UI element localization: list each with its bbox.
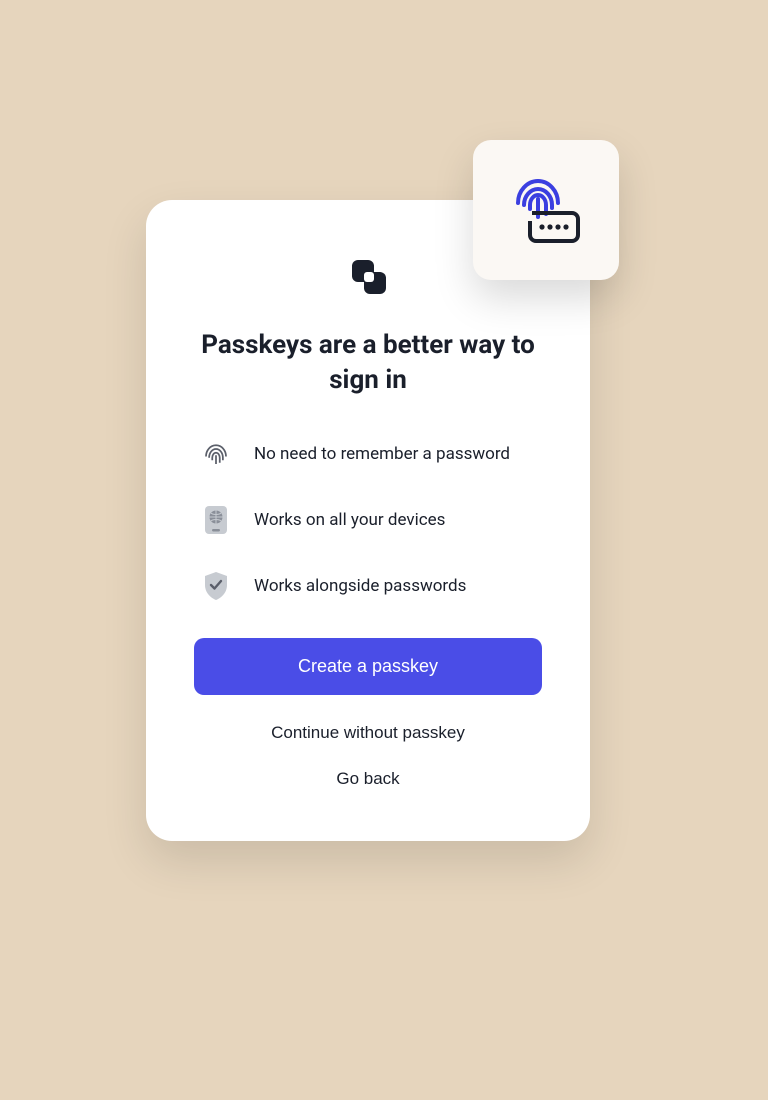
benefit-list: No need to remember a password Works on … [194, 438, 542, 602]
go-back-button[interactable]: Go back [194, 769, 542, 789]
create-passkey-button[interactable]: Create a passkey [194, 638, 542, 695]
benefit-item: No need to remember a password [200, 438, 542, 470]
page-title: Passkeys are a better way to sign in [194, 328, 542, 398]
passkey-prompt-card: Passkeys are a better way to sign in No … [146, 200, 590, 841]
benefit-item: Works alongside passwords [200, 570, 542, 602]
benefit-label: Works alongside passwords [254, 576, 466, 596]
device-globe-icon [200, 504, 232, 536]
overlapping-squares-icon [344, 256, 392, 300]
continue-without-passkey-button[interactable]: Continue without passkey [194, 723, 542, 743]
benefit-item: Works on all your devices [200, 504, 542, 536]
shield-check-icon [200, 570, 232, 602]
fingerprint-icon [200, 438, 232, 470]
fingerprint-passkey-icon [502, 169, 590, 251]
passkey-badge [473, 140, 619, 280]
benefit-label: Works on all your devices [254, 510, 445, 530]
benefit-label: No need to remember a password [254, 444, 510, 464]
